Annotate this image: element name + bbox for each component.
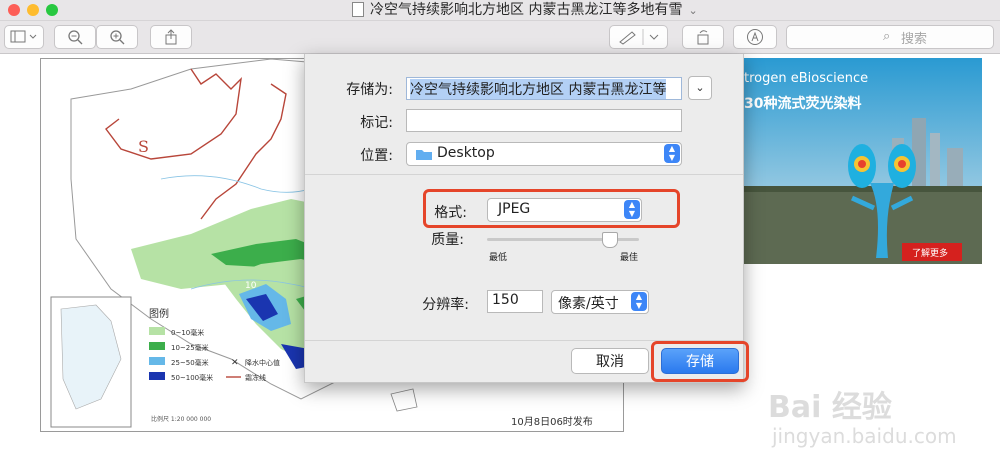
rain-center-mark-icon: ✕ — [231, 358, 239, 368]
legend-label-4: 50~100毫米 — [171, 373, 213, 382]
ad-brand: trogen eBioscience — [744, 71, 868, 86]
baidu-watermark: Bai 经验 — [768, 390, 892, 425]
rotate-button[interactable] — [682, 25, 724, 49]
sidebar-icon — [10, 30, 37, 43]
resolution-field[interactable]: 150 — [487, 290, 543, 313]
save-dialog: 存储为: 冷空气持续影响北方地区 内蒙古黑龙江等 ⌄ 标记: 位置: Deskt… — [304, 54, 749, 383]
ad-cta-label: 了解更多 — [912, 247, 948, 259]
legend-swatch-3 — [149, 357, 165, 365]
divider — [305, 174, 743, 175]
save-highlight — [651, 341, 749, 382]
search-icon: ⌕ — [883, 29, 891, 44]
filename-text: 冷空气持续影响北方地区 内蒙古黑龙江等 — [410, 79, 667, 99]
resolution-label: 分辨率: — [422, 297, 469, 313]
ad-banner[interactable]: 了解更多 trogen eBioscience 30种流式荧光染料 — [742, 58, 982, 264]
share-icon — [165, 29, 177, 45]
quality-label: 质量: — [431, 232, 464, 248]
where-label: 位置: — [360, 148, 393, 164]
format-highlight — [423, 189, 680, 228]
quality-min-label: 最低 — [489, 253, 508, 263]
window-title[interactable]: 冷空气持续影响北方地区 内蒙古黑龙江等多地有雪 ⌄ — [352, 0, 698, 20]
document-icon — [352, 1, 364, 17]
filename-field[interactable]: 冷空气持续影响北方地区 内蒙古黑龙江等 — [406, 77, 682, 100]
ad-illustration: 了解更多 trogen eBioscience 30种流式荧光染料 — [742, 58, 982, 264]
legend-swatch-2 — [149, 342, 165, 350]
where-popup[interactable]: Desktop ▲ ▼ — [406, 142, 682, 166]
legend-swatch-1 — [149, 327, 165, 335]
legend-title: 图例 — [149, 307, 169, 320]
map-value-label: 10 — [245, 281, 257, 291]
title-bar: 冷空气持续影响北方地区 内蒙古黑龙江等多地有雪 ⌄ — [0, 0, 1000, 21]
cancel-button[interactable]: 取消 — [571, 348, 649, 374]
save-as-label: 存储为: — [346, 82, 393, 98]
zoom-window-button[interactable] — [46, 4, 58, 16]
search-field[interactable]: ⌕ 搜索 — [786, 25, 994, 49]
share-button[interactable] — [150, 25, 192, 49]
pen-icon — [618, 29, 658, 45]
tags-label: 标记: — [360, 115, 393, 131]
expand-dialog-button[interactable]: ⌄ — [688, 76, 712, 100]
quality-max-label: 最佳 — [620, 253, 639, 263]
legend-label-3: 25~50毫米 — [171, 358, 209, 367]
zoom-out-icon — [68, 30, 83, 45]
minimize-window-button[interactable] — [27, 4, 39, 16]
legend-label-2: 10~25毫米 — [171, 343, 209, 352]
legend-swatch-4 — [149, 372, 165, 380]
zoom-out-button[interactable] — [54, 25, 96, 49]
chevron-down-icon: ⌄ — [688, 4, 698, 17]
resolution-unit-popup[interactable]: 像素/英寸 ▲ ▼ — [551, 290, 649, 314]
tags-field[interactable] — [406, 109, 682, 132]
baidu-watermark-url: jingyan.baidu.com — [772, 424, 957, 448]
map-symbol-s: S — [138, 137, 149, 156]
toolbar: ⌕ 搜索 — [0, 21, 1000, 54]
markup-button[interactable] — [609, 25, 668, 49]
map-scale: 比例尺 1:20 000 000 — [151, 415, 211, 423]
popup-stepper-icon: ▲ ▼ — [631, 292, 647, 311]
legend-label-1: 0~10毫米 — [171, 328, 204, 337]
map-footer: 10月8日06时发布 — [511, 415, 593, 428]
rotate-icon — [697, 30, 709, 45]
quality-slider-thumb[interactable] — [601, 232, 618, 248]
resolution-unit-value: 像素/英寸 — [558, 296, 619, 312]
quality-slider[interactable] — [487, 232, 639, 248]
annotate-icon — [747, 29, 763, 45]
legend-mark-rain-center: 降水中心值 — [245, 358, 280, 367]
zoom-in-button[interactable] — [96, 25, 138, 49]
sidebar-toggle-button[interactable] — [4, 25, 44, 49]
legend-mark-frost: 霜冻线 — [245, 373, 266, 382]
ad-slogan: 30种流式荧光染料 — [744, 95, 861, 112]
where-value: Desktop — [437, 145, 495, 161]
folder-icon — [416, 150, 432, 160]
zoom-in-icon — [110, 30, 125, 45]
close-window-button[interactable] — [8, 4, 20, 16]
popup-stepper-icon: ▲ ▼ — [664, 144, 680, 163]
chevron-down-icon: ⌄ — [695, 81, 705, 94]
markup-toolbar-button[interactable] — [733, 25, 777, 49]
